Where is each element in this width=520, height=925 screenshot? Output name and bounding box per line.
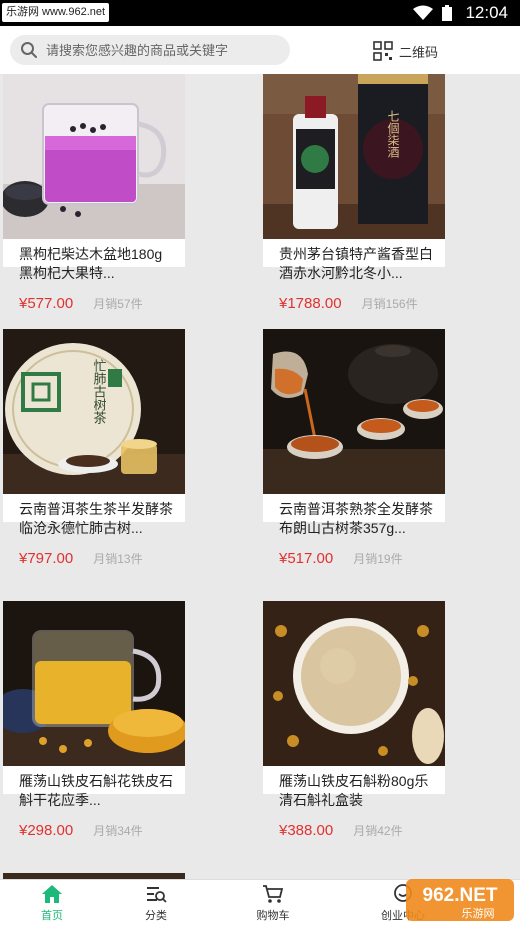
- nav-home-label: 首页: [41, 910, 63, 922]
- product-card[interactable]: 忙肺古树茶 云南普洱茶生茶半发酵茶临沧永德忙肺古树... ¥797.00 月销1…: [3, 329, 185, 567]
- nav-cart[interactable]: 购物车: [208, 880, 338, 925]
- product-price: ¥797.00: [19, 550, 74, 567]
- nav-cart-label: 购物车: [256, 910, 290, 922]
- status-icons: 12:04: [413, 0, 508, 26]
- product-title: 雁荡山铁皮石斛粉80g乐清石斛礼盒装: [279, 773, 429, 808]
- wifi-icon: [413, 5, 434, 20]
- status-bar: 乐游网 www.962.net 12:04: [0, 0, 520, 26]
- product-price: ¥298.00: [19, 822, 74, 839]
- product-sales: 月销13件: [93, 552, 143, 566]
- product-image: [263, 601, 445, 766]
- product-image: [263, 329, 445, 494]
- product-image: 忙肺古树茶: [3, 329, 185, 494]
- nav-category[interactable]: 分类: [104, 880, 208, 925]
- product-image: [3, 74, 185, 239]
- category-icon: [147, 887, 167, 903]
- box-label: 七個柒酒: [386, 110, 400, 158]
- product-sales: 月销19件: [353, 552, 403, 566]
- product-price: ¥388.00: [279, 822, 334, 839]
- product-card[interactable]: 黑枸杞柴达木盆地180g黑枸杞大果特... ¥577.00 月销57件: [3, 74, 185, 312]
- qr-code-icon: [373, 41, 393, 61]
- nav-home[interactable]: 首页: [0, 880, 104, 925]
- product-card[interactable]: 雁荡山铁皮石斛粉80g乐清石斛礼盒装 ¥388.00 月销42件: [263, 601, 445, 839]
- product-card[interactable]: 雁荡山铁皮石斛花铁皮石斛干花应季... ¥298.00 月销34件: [3, 601, 185, 839]
- product-price: ¥517.00: [279, 550, 334, 567]
- product-sales: 月销156件: [361, 297, 418, 311]
- search-input[interactable]: [46, 42, 286, 58]
- status-time: 12:04: [465, 3, 508, 22]
- product-card[interactable]: 七個柒酒 贵州茅台镇特产酱香型白酒赤水河黔北冬小... ¥1788.00 月销1…: [263, 74, 445, 312]
- watermark-brand: 962.NET: [423, 885, 498, 906]
- cart-icon: [263, 885, 284, 903]
- product-card[interactable]: 云南普洱茶熟茶全发酵茶布朗山古树茶357g... ¥517.00 月销19件: [263, 329, 445, 567]
- home-icon: [42, 885, 62, 903]
- product-title: 云南普洱茶生茶半发酵茶临沧永德忙肺古树...: [19, 501, 173, 536]
- product-price: ¥1788.00: [279, 295, 342, 312]
- watermark-badge: 962.NET 乐游网: [406, 879, 514, 921]
- battery-icon: [442, 5, 453, 21]
- search-box[interactable]: [10, 35, 290, 65]
- cake-label: 忙肺古树茶: [91, 359, 107, 424]
- product-title: 雁荡山铁皮石斛花铁皮石斛干花应季...: [19, 773, 173, 808]
- watermark-label: 乐游网 www.962.net: [2, 3, 110, 22]
- product-image: 七個柒酒: [263, 74, 445, 239]
- search-icon: [21, 42, 37, 58]
- product-title: 贵州茅台镇特产酱香型白酒赤水河黔北冬小...: [279, 246, 433, 281]
- qr-code-button[interactable]: 二维码: [373, 39, 438, 63]
- product-sales: 月销57件: [93, 297, 143, 311]
- qr-code-label: 二维码: [398, 44, 438, 60]
- product-image: [3, 601, 185, 766]
- product-title: 云南普洱茶熟茶全发酵茶布朗山古树茶357g...: [279, 501, 433, 536]
- product-title: 黑枸杞柴达木盆地180g黑枸杞大果特...: [19, 246, 163, 281]
- product-price: ¥577.00: [19, 295, 74, 312]
- product-sales: 月销34件: [93, 824, 143, 838]
- product-grid: 黑枸杞柴达木盆地180g黑枸杞大果特... ¥577.00 月销57件 七個柒酒: [0, 74, 520, 879]
- product-sales: 月销42件: [353, 824, 403, 838]
- nav-category-label: 分类: [145, 910, 167, 922]
- search-header: 二维码: [0, 26, 520, 74]
- watermark-sub: 乐游网: [462, 907, 495, 920]
